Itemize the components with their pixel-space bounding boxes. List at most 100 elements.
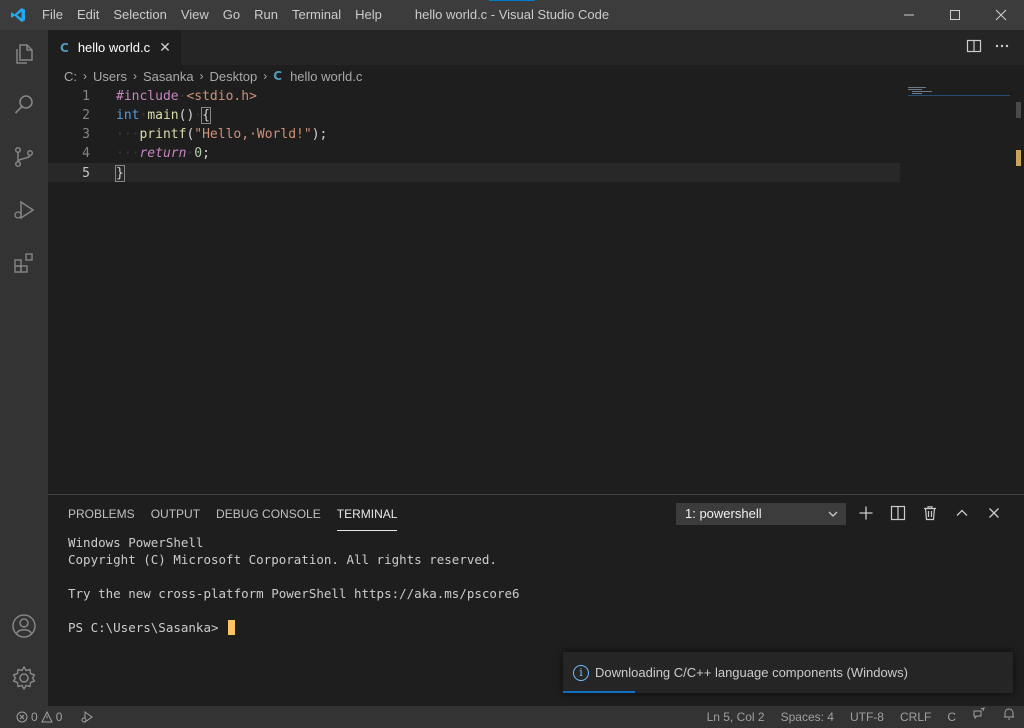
minimap-line: [912, 91, 932, 92]
scrollbar-cursor-marker: [1014, 150, 1021, 166]
search-button[interactable]: [0, 80, 48, 128]
vscode-logo-icon: [0, 0, 35, 30]
chevron-right-icon: ›: [263, 69, 268, 83]
terminal-line: Copyright (C) Microsoft Corporation. All…: [68, 552, 497, 567]
scrollbar-slider[interactable]: [1016, 102, 1021, 118]
maximize-icon: [950, 10, 960, 20]
breadcrumb-drive[interactable]: C:: [64, 69, 77, 84]
code-text: #include·<stdio.h>: [116, 89, 257, 104]
source-control-icon: [14, 146, 34, 168]
minimap[interactable]: [908, 87, 1010, 494]
panel-tabs: PROBLEMS OUTPUT DEBUG CONSOLE TERMINAL: [60, 495, 405, 531]
kill-terminal-button[interactable]: [922, 505, 938, 524]
debug-run-icon: [81, 711, 94, 723]
menu-go[interactable]: Go: [216, 0, 247, 30]
chevron-down-icon: [827, 504, 839, 530]
terminal-prompt-line: PS C:\Users\Sasanka>: [68, 619, 520, 636]
menu-view[interactable]: View: [174, 0, 216, 30]
accounts-button[interactable]: [0, 602, 48, 650]
menu-terminal[interactable]: Terminal: [285, 0, 348, 30]
menu-file[interactable]: File: [35, 0, 70, 30]
menu-selection[interactable]: Selection: [106, 0, 173, 30]
split-terminal-button[interactable]: [890, 505, 906, 524]
terminal-line: ​: [68, 568, 520, 585]
terminal-select[interactable]: 1: powershell: [676, 503, 846, 525]
terminal-prompt: PS C:\Users\Sasanka>: [68, 620, 219, 635]
editor-actions: [966, 30, 1010, 65]
tab-label: hello world.c: [77, 40, 151, 55]
more-actions-button[interactable]: [994, 38, 1010, 57]
window-controls: [886, 0, 1024, 30]
run-debug-button[interactable]: [0, 186, 48, 234]
split-editor-button[interactable]: [966, 38, 982, 57]
encoding[interactable]: UTF-8: [842, 706, 892, 728]
run-debug-icon: [14, 200, 35, 220]
bell-icon: [1004, 708, 1014, 720]
tab-debug-console[interactable]: DEBUG CONSOLE: [216, 495, 321, 531]
tab-problems[interactable]: PROBLEMS: [68, 495, 135, 531]
explorer-button[interactable]: [0, 30, 48, 78]
explorer-icon: [16, 44, 33, 64]
close-panel-button[interactable]: [986, 505, 1002, 524]
tab-output[interactable]: OUTPUT: [151, 495, 200, 531]
trash-icon: [924, 505, 936, 520]
close-icon: [989, 507, 999, 518]
breadcrumb: C: › Users › Sasanka › Desktop › C hello…: [48, 65, 1024, 87]
title-bar: File Edit Selection View Go Run Terminal…: [0, 0, 1024, 30]
line-number: 2: [82, 108, 90, 123]
extensions-button[interactable]: [0, 239, 48, 287]
breadcrumb-desktop[interactable]: Desktop: [210, 69, 258, 84]
language-mode[interactable]: C: [939, 706, 964, 728]
code-line-current: 5 }: [48, 163, 900, 182]
menu-edit[interactable]: Edit: [70, 0, 106, 30]
panel-actions: [858, 503, 1002, 525]
minimize-icon: [904, 14, 914, 16]
minimap-line: [908, 89, 922, 90]
breadcrumb-file[interactable]: hello world.c: [290, 69, 362, 84]
error-count: 0: [31, 710, 38, 724]
terminal-output[interactable]: Windows PowerShell Copyright (C) Microsof…: [68, 534, 520, 636]
source-control-button[interactable]: [0, 133, 48, 181]
minimize-button[interactable]: [886, 0, 932, 30]
error-icon: [16, 711, 28, 723]
breadcrumb-users[interactable]: Users: [93, 69, 127, 84]
end-of-line[interactable]: CRLF: [892, 706, 939, 728]
maximize-button[interactable]: [932, 0, 978, 30]
cursor-position[interactable]: Ln 5, Col 2: [699, 706, 773, 728]
menu-help[interactable]: Help: [348, 0, 389, 30]
terminal-line: Windows PowerShell: [68, 535, 204, 550]
tab-terminal[interactable]: TERMINAL: [336, 495, 398, 531]
problems-status[interactable]: 0 0: [16, 710, 62, 724]
line-number: 4: [82, 146, 90, 161]
c-file-icon: C: [60, 40, 69, 55]
code-line: 2 int·main()·{: [48, 106, 900, 125]
split-terminal-icon: [890, 505, 906, 520]
feedback-button[interactable]: [964, 706, 994, 728]
notifications-button[interactable]: [994, 706, 1024, 728]
status-bar-left: 0 0: [16, 706, 94, 728]
more-icon: [995, 44, 1009, 48]
notification-toast[interactable]: i Downloading C/C++ language components …: [563, 652, 1013, 693]
breadcrumb-sasanka[interactable]: Sasanka: [143, 69, 194, 84]
close-icon: [995, 9, 1007, 21]
indentation[interactable]: Spaces: 4: [773, 706, 842, 728]
code-line: 4 ···return·0;: [48, 144, 900, 163]
minimap-viewport: [908, 95, 1010, 96]
code-text: int·main()·{: [116, 107, 211, 124]
tab-hello-world-c[interactable]: C hello world.c ✕: [48, 30, 181, 65]
extensions-icon: [14, 253, 33, 273]
manage-button[interactable]: [0, 654, 48, 702]
tab-close-icon[interactable]: ✕: [159, 39, 171, 56]
search-icon: [14, 95, 33, 114]
new-terminal-button[interactable]: [858, 505, 874, 524]
split-editor-icon: [966, 39, 982, 53]
terminal-line: Try the new cross-platform PowerShell ht…: [68, 586, 520, 601]
close-window-button[interactable]: [978, 0, 1024, 30]
menu-bar: File Edit Selection View Go Run Terminal…: [35, 0, 389, 30]
maximize-panel-button[interactable]: [954, 505, 970, 524]
menu-run[interactable]: Run: [247, 0, 285, 30]
debug-status[interactable]: [80, 710, 94, 724]
code-editor[interactable]: 1 #include·<stdio.h> 2 int·main()·{ 3 ··…: [48, 87, 1024, 494]
activity-bar: [0, 30, 48, 706]
notification-message: Downloading C/C++ language components (W…: [595, 665, 908, 680]
